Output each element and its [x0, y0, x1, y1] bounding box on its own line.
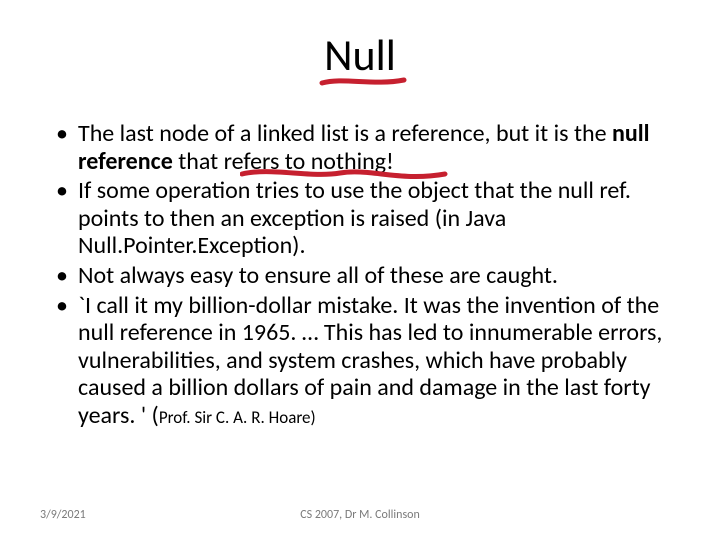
- bullet-text: The last node of a linked list is a refe…: [78, 119, 612, 148]
- bullet-text: If some operation tries to use the objec…: [78, 176, 631, 260]
- slide-body: The last node of a linked list is a refe…: [50, 120, 690, 432]
- bullet-text: that refers to nothing!: [178, 147, 394, 176]
- bullet-attribution: Prof. Sir C. A. R. Hoare): [159, 407, 316, 428]
- bullet-item: If some operation tries to use the objec…: [50, 177, 690, 260]
- footer-course: CS 2007, Dr M. Collinson: [0, 508, 720, 522]
- bullet-item: `I call it my billion-dollar mistake. It…: [50, 292, 690, 430]
- bullet-item: The last node of a linked list is a refe…: [50, 120, 690, 175]
- bullet-text: Not always easy to ensure all of these a…: [78, 261, 558, 290]
- bullet-item: Not always easy to ensure all of these a…: [50, 262, 690, 290]
- bullet-list: The last node of a linked list is a refe…: [50, 120, 690, 430]
- slide: Null The last node of a linked list is a…: [0, 0, 720, 540]
- slide-title: Null: [0, 28, 720, 82]
